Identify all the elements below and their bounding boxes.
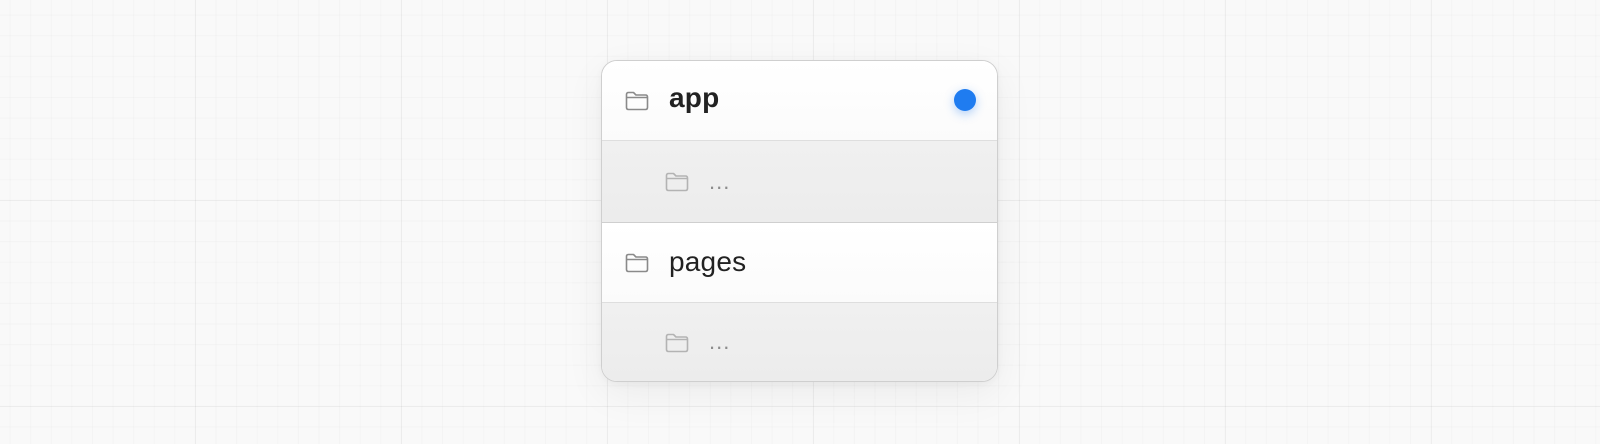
tree-item-label: ... (709, 169, 731, 194)
tree-item-pages-children[interactable]: ... (602, 303, 997, 381)
folder-icon (625, 253, 649, 272)
tree-item-app-children[interactable]: ... (602, 141, 997, 223)
active-indicator-dot (954, 89, 976, 111)
folder-icon (625, 91, 649, 110)
tree-item-app[interactable]: app (602, 61, 997, 141)
tree-item-label: pages (669, 246, 747, 277)
tree-item-label: app (669, 82, 720, 113)
folder-icon (665, 172, 689, 191)
folder-tree-card: app ... pages ... (601, 60, 998, 382)
tree-item-pages[interactable]: pages (602, 223, 997, 303)
folder-icon (665, 333, 689, 353)
tree-item-label: ... (709, 329, 731, 354)
